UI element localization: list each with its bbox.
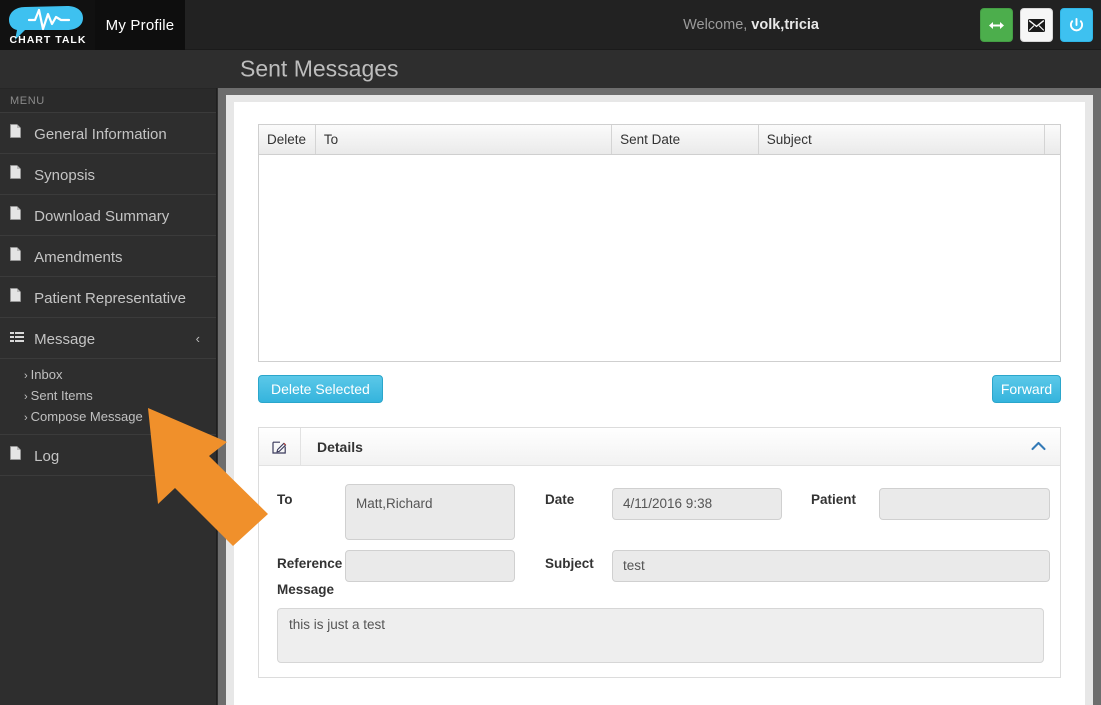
chevron-right-icon: › (24, 391, 28, 403)
file-icon (10, 236, 24, 277)
details-row-1: To Matt,Richard Date 4/11/2016 9:38 Pati… (277, 484, 1050, 548)
sidebar-item-label: Patient Representative (34, 289, 186, 307)
messages-button[interactable] (1020, 8, 1053, 42)
subject-field[interactable]: test (612, 550, 1050, 582)
sidebar-item-download-summary[interactable]: Download Summary (0, 195, 216, 236)
chart-talk-logo-icon: CHART TALK (8, 6, 86, 46)
sidebar-item-general-information[interactable]: General Information (0, 113, 216, 154)
sidebar: MENU General Information Synopsis Downlo… (0, 88, 217, 705)
sidebar-menu-header: MENU (0, 88, 216, 113)
patient-label: Patient (811, 492, 857, 507)
sidebar-item-message[interactable]: Message ‹ (0, 318, 216, 359)
sidebar-item-label: Log (34, 447, 60, 465)
grid-action-bar: Delete Selected Forward (258, 375, 1061, 425)
sent-messages-grid: Delete To Sent Date Subject (258, 124, 1061, 362)
top-navigation-bar: CHART TALK My Profile Welcome, volk,tric… (0, 0, 1101, 50)
reference-label: Reference (277, 556, 343, 571)
grid-body-empty (259, 155, 1060, 361)
grid-column-spacer (1045, 125, 1060, 154)
details-panel-header[interactable]: Details (259, 427, 1060, 466)
details-title: Details (317, 438, 363, 455)
sidebar-item-label: Synopsis (34, 166, 96, 184)
svg-text:CHART TALK: CHART TALK (9, 34, 86, 46)
message-textarea[interactable]: this is just a test (277, 608, 1044, 663)
sidebar-item-label: Message (34, 330, 96, 348)
to-field[interactable]: Matt,Richard (345, 484, 515, 540)
sidebar-submenu-message: › Inbox › Sent Items › Compose Message (0, 359, 216, 435)
welcome-message: Welcome, volk,tricia (683, 0, 819, 50)
power-icon (1069, 17, 1084, 31)
sidebar-item-patient-representative[interactable]: Patient Representative (0, 277, 216, 318)
page-title: Sent Messages (240, 55, 399, 82)
chevron-right-icon: › (24, 370, 28, 382)
sidebar-subitem-compose-message[interactable]: › Compose Message (0, 406, 216, 427)
tab-my-profile[interactable]: My Profile (95, 0, 185, 50)
sidebar-item-label: Download Summary (34, 207, 170, 225)
resize-toggle-button[interactable] (980, 8, 1013, 42)
sidebar-subitem-label: Compose Message (30, 409, 143, 424)
welcome-prefix: Welcome, (683, 17, 748, 33)
patient-field[interactable] (879, 488, 1050, 520)
envelope-icon (1028, 18, 1045, 32)
sidebar-item-amendments[interactable]: Amendments (0, 236, 216, 277)
sidebar-item-log[interactable]: Log (0, 435, 216, 476)
sidebar-item-synopsis[interactable]: Synopsis (0, 154, 216, 195)
grid-column-subject[interactable]: Subject (759, 125, 1046, 154)
grid-column-sent-date[interactable]: Sent Date (612, 125, 759, 154)
content-inner: Delete To Sent Date Subject Delete Selec… (226, 95, 1093, 705)
chart-talk-logo[interactable]: CHART TALK (0, 0, 95, 50)
content-area: Delete To Sent Date Subject Delete Selec… (218, 88, 1101, 705)
reference-field[interactable] (345, 550, 515, 582)
sidebar-item-label: Amendments (34, 248, 123, 266)
chevron-left-icon: ‹ (195, 331, 200, 346)
subject-label: Subject (545, 556, 594, 571)
sidebar-subitem-sent-items[interactable]: › Sent Items (0, 385, 216, 406)
details-icon-cell (259, 427, 301, 466)
sidebar-subitem-label: Inbox (30, 367, 63, 382)
welcome-username: volk,tricia (751, 17, 819, 33)
file-icon (10, 435, 24, 476)
chevron-right-icon: › (24, 412, 28, 424)
date-field[interactable]: 4/11/2016 9:38 (612, 488, 782, 520)
page-title-bar: Sent Messages (0, 50, 1101, 88)
details-row-2: Reference Subject test (277, 548, 1050, 592)
file-icon (10, 113, 24, 154)
arrows-h-icon (989, 21, 1004, 29)
file-icon (10, 277, 24, 318)
list-icon (10, 318, 24, 359)
application-root: CHART TALK My Profile Welcome, volk,tric… (0, 0, 1101, 705)
grid-column-delete[interactable]: Delete (259, 125, 316, 154)
grid-header-row: Delete To Sent Date Subject (259, 125, 1060, 155)
delete-selected-button[interactable]: Delete Selected (258, 375, 383, 403)
sidebar-item-label: General Information (34, 125, 167, 143)
details-panel: Details To Matt,Richard Date 4/11/2016 9… (258, 427, 1061, 678)
edit-pencil-icon (272, 441, 287, 454)
date-label: Date (545, 492, 575, 507)
to-label: To (277, 492, 293, 507)
sent-messages-panel: Delete To Sent Date Subject Delete Selec… (234, 102, 1085, 705)
file-icon (10, 195, 24, 236)
chevron-up-icon[interactable] (1031, 439, 1046, 455)
forward-button[interactable]: Forward (992, 375, 1061, 403)
logout-button[interactable] (1060, 8, 1093, 42)
sidebar-subitem-label: Sent Items (30, 388, 93, 403)
details-body: To Matt,Richard Date 4/11/2016 9:38 Pati… (259, 466, 1060, 677)
sidebar-subitem-inbox[interactable]: › Inbox (0, 364, 216, 385)
top-nav-button-group (980, 8, 1093, 42)
tab-my-profile-label: My Profile (105, 16, 175, 34)
grid-column-to[interactable]: To (316, 125, 613, 154)
file-icon (10, 154, 24, 195)
